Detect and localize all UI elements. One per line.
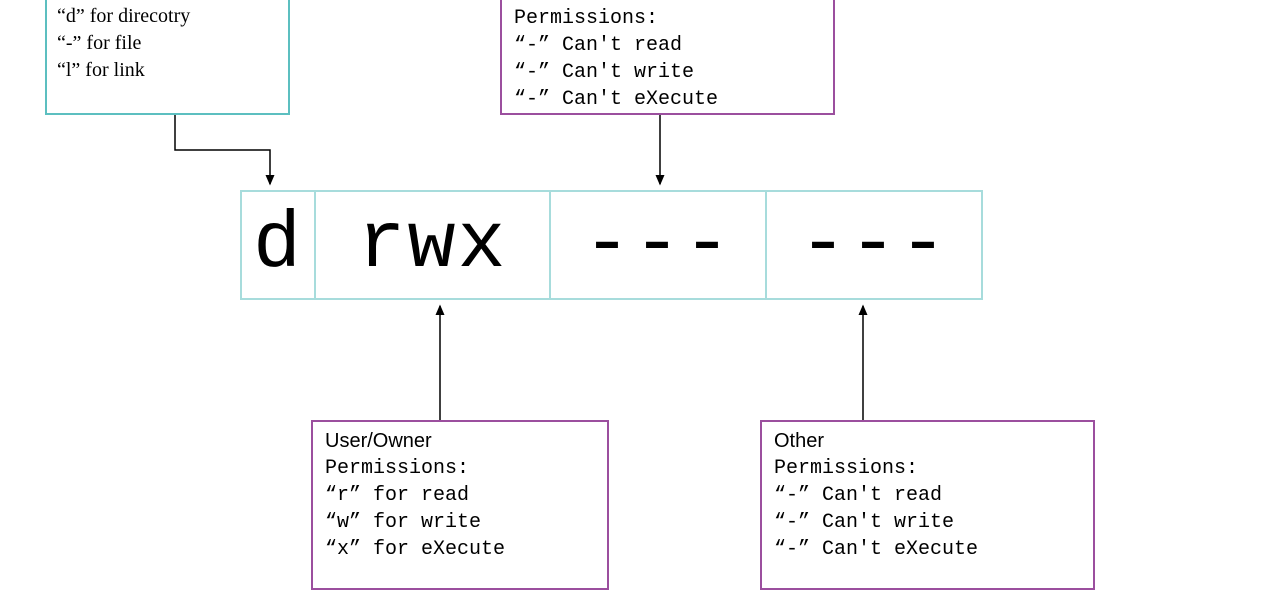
perm-cell-type: d <box>240 190 316 300</box>
perm-cell-user: rwx <box>316 190 551 300</box>
perm-cell-group: --- <box>551 190 767 300</box>
user-box-line1: “r” for read <box>325 482 595 509</box>
permission-string: d rwx --- --- <box>240 190 983 300</box>
group-box-line1: “-” Can't read <box>514 32 821 59</box>
user-box-line2: “w” for write <box>325 509 595 536</box>
user-box-subtitle: Permissions: <box>325 455 595 482</box>
type-box-line1: “d” for direcotry <box>57 3 278 30</box>
other-box-line3: “-” Can't eXecute <box>774 536 1081 563</box>
type-box-line2: “-” for file <box>57 30 278 57</box>
user-box-line3: “x” for eXecute <box>325 536 595 563</box>
group-box: Group Permissions: “-” Can't read “-” Ca… <box>500 0 835 115</box>
arrow-type-to-cell <box>175 115 270 184</box>
other-box-line1: “-” Can't read <box>774 482 1081 509</box>
user-owner-box: User/Owner Permissions: “r” for read “w”… <box>311 420 609 590</box>
user-box-title: User/Owner <box>325 430 595 453</box>
type-box-line3: “l” for link <box>57 57 278 84</box>
type-of-file-box: Type of file: “d” for direcotry “-” for … <box>45 0 290 115</box>
other-box-subtitle: Permissions: <box>774 455 1081 482</box>
perm-cell-other: --- <box>767 190 983 300</box>
group-box-line2: “-” Can't write <box>514 59 821 86</box>
other-box: Other Permissions: “-” Can't read “-” Ca… <box>760 420 1095 590</box>
other-box-line2: “-” Can't write <box>774 509 1081 536</box>
other-box-title: Other <box>774 430 1081 453</box>
group-box-line3: “-” Can't eXecute <box>514 86 821 113</box>
group-box-subtitle: Permissions: <box>514 5 821 32</box>
